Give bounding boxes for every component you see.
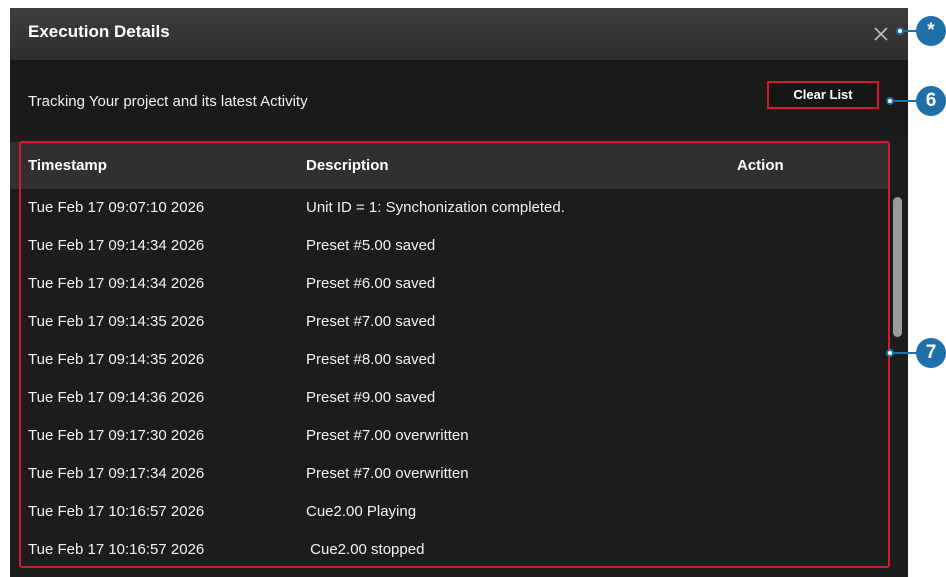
callout-badge-table: 7 (916, 338, 946, 368)
description-cell: Preset #6.00 saved (306, 275, 436, 292)
table-row[interactable]: Tue Feb 17 09:14:36 2026 Preset #9.00 sa… (10, 379, 888, 417)
table-row[interactable]: Tue Feb 17 09:14:34 2026 Preset #6.00 sa… (10, 265, 888, 303)
description-cell: Cue2.00 Playing (306, 503, 417, 520)
description-cell: Preset #5.00 saved (306, 237, 436, 254)
clear-list-button[interactable]: Clear List (767, 81, 879, 109)
timestamp-cell: Tue Feb 17 09:14:35 2026 (28, 351, 205, 368)
timestamp-cell: Tue Feb 17 09:17:34 2026 (28, 465, 205, 482)
timestamp-cell: Tue Feb 17 09:14:34 2026 (28, 237, 205, 254)
description-cell: Preset #9.00 saved (306, 389, 436, 406)
dialog-titlebar: Execution Details (10, 8, 908, 60)
scrollbar-thumb[interactable] (893, 197, 902, 337)
table-row[interactable]: Tue Feb 17 10:16:57 2026 Cue2.00 Playing (10, 493, 888, 531)
table-body: Tue Feb 17 09:07:10 2026 Unit ID = 1: Sy… (10, 189, 888, 577)
table-row[interactable]: Tue Feb 17 09:14:35 2026 Preset #8.00 sa… (10, 341, 888, 379)
table-header: Timestamp Description Action (10, 142, 888, 189)
dialog-title: Execution Details (28, 22, 170, 41)
table-row[interactable]: Tue Feb 17 09:14:35 2026 Preset #7.00 sa… (10, 303, 888, 341)
table-row[interactable]: Tue Feb 17 09:07:10 2026 Unit ID = 1: Sy… (10, 189, 888, 227)
timestamp-cell: Tue Feb 17 09:14:34 2026 (28, 275, 205, 292)
activity-table: Timestamp Description Action Tue Feb 17 … (10, 142, 908, 577)
close-icon (874, 27, 888, 41)
description-cell: Preset #7.00 saved (306, 313, 436, 330)
description-cell: Preset #7.00 overwritten (306, 427, 469, 444)
table-row[interactable]: Tue Feb 17 09:17:30 2026 Preset #7.00 ov… (10, 417, 888, 455)
timestamp-cell: Tue Feb 17 09:07:10 2026 (28, 199, 205, 216)
description-cell: Unit ID = 1: Synchonization completed. (306, 199, 565, 216)
close-button[interactable] (868, 21, 894, 47)
column-header-timestamp[interactable]: Timestamp (28, 157, 107, 174)
table-row[interactable]: Tue Feb 17 09:17:34 2026 Preset #7.00 ov… (10, 455, 888, 493)
timestamp-cell: Tue Feb 17 09:17:30 2026 (28, 427, 205, 444)
dialog-subtitle: Tracking Your project and its latest Act… (28, 93, 308, 110)
description-cell: Preset #7.00 overwritten (306, 465, 469, 482)
description-cell: Cue2.00 stopped (306, 541, 425, 558)
column-header-description[interactable]: Description (306, 157, 389, 174)
callout-badge-clear-list: 6 (916, 86, 946, 116)
column-header-action[interactable]: Action (737, 157, 784, 174)
timestamp-cell: Tue Feb 17 10:16:57 2026 (28, 503, 205, 520)
table-row[interactable]: Tue Feb 17 10:16:57 2026 Cue2.00 stopped (10, 531, 888, 569)
timestamp-cell: Tue Feb 17 10:16:57 2026 (28, 541, 205, 558)
description-cell: Preset #8.00 saved (306, 351, 436, 368)
table-row[interactable]: Tue Feb 17 09:14:34 2026 Preset #5.00 sa… (10, 227, 888, 265)
callout-badge-close: * (916, 16, 946, 46)
timestamp-cell: Tue Feb 17 09:14:35 2026 (28, 313, 205, 330)
timestamp-cell: Tue Feb 17 09:14:36 2026 (28, 389, 205, 406)
